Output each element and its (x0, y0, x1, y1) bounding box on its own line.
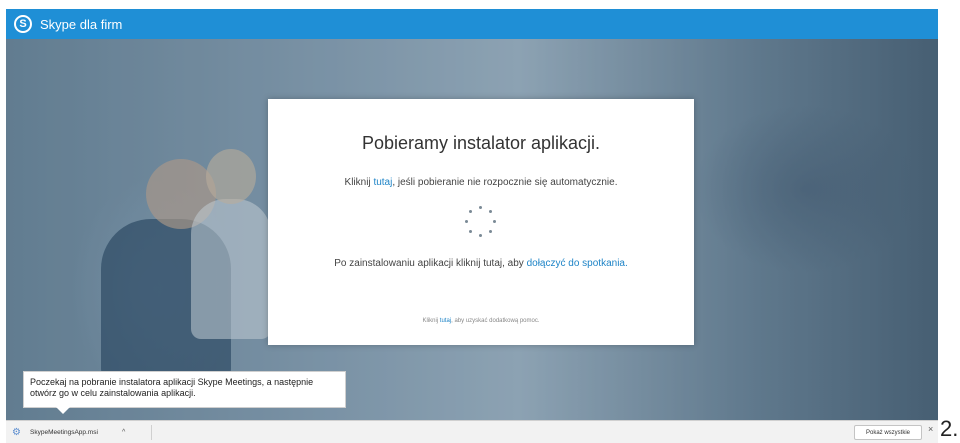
browser-download-bar: ⚙ SkypeMeetingsApp.msi ^ Pokaż wszystkie… (6, 420, 938, 443)
spinner-dot (489, 230, 492, 233)
join-prefix: Po zainstalowaniu aplikacji kliknij tuta… (334, 258, 527, 269)
spinner-dot (469, 230, 472, 233)
join-meeting-text: Po zainstalowaniu aplikacji kliknij tuta… (268, 258, 694, 269)
close-download-bar-icon[interactable]: × (928, 424, 933, 434)
show-all-downloads-button[interactable]: Pokaż wszystkie (854, 425, 922, 440)
background-person-head (206, 149, 256, 204)
spinner-dot (469, 210, 472, 213)
retry-suffix: , jeśli pobieranie nie rozpocznie się au… (392, 177, 618, 188)
help-text: Kliknij tutaj, aby uzyskać dodatkową pom… (268, 318, 694, 324)
retry-prefix: Kliknij (344, 177, 374, 188)
spinner-dot (465, 220, 468, 223)
page-number: 2. (940, 416, 959, 441)
download-item[interactable]: ⚙ SkypeMeetingsApp.msi ^ (12, 425, 152, 440)
join-meeting-link[interactable]: dołączyć do spotkania. (527, 258, 628, 269)
background-person-body (191, 199, 271, 339)
background-person-body (101, 219, 231, 379)
skype-logo-icon: S (14, 15, 32, 33)
help-link[interactable]: tutaj (440, 318, 451, 324)
installer-file-icon: ⚙ (12, 427, 21, 438)
retry-download-link[interactable]: tutaj (373, 177, 392, 188)
spinner-dot (489, 210, 492, 213)
help-prefix: Kliknij (422, 318, 440, 324)
app-header: S Skype dla firm (6, 9, 938, 39)
spinner-dot (479, 234, 482, 237)
background-person-head (146, 159, 216, 229)
app-title: Skype dla firm (40, 16, 123, 32)
download-file-name: SkypeMeetingsApp.msi (30, 429, 98, 436)
help-suffix: , aby uzyskać dodatkową pomoc. (451, 318, 540, 324)
spinner-dot (479, 206, 482, 209)
retry-download-text: Kliknij tutaj, jeśli pobieranie nie rozp… (268, 177, 694, 188)
dialog-title: Pobieramy instalator aplikacji. (361, 133, 601, 153)
browser-viewport: S Skype dla firm Pobieramy instalator ap… (6, 9, 938, 420)
download-menu-caret-icon[interactable]: ^ (122, 429, 125, 436)
loading-spinner-icon (463, 204, 499, 240)
spinner-dot (493, 220, 496, 223)
download-dialog: Pobieramy instalator aplikacji. Kliknij … (268, 99, 694, 345)
download-tooltip: Poczekaj na pobranie instalatora aplikac… (23, 371, 346, 414)
